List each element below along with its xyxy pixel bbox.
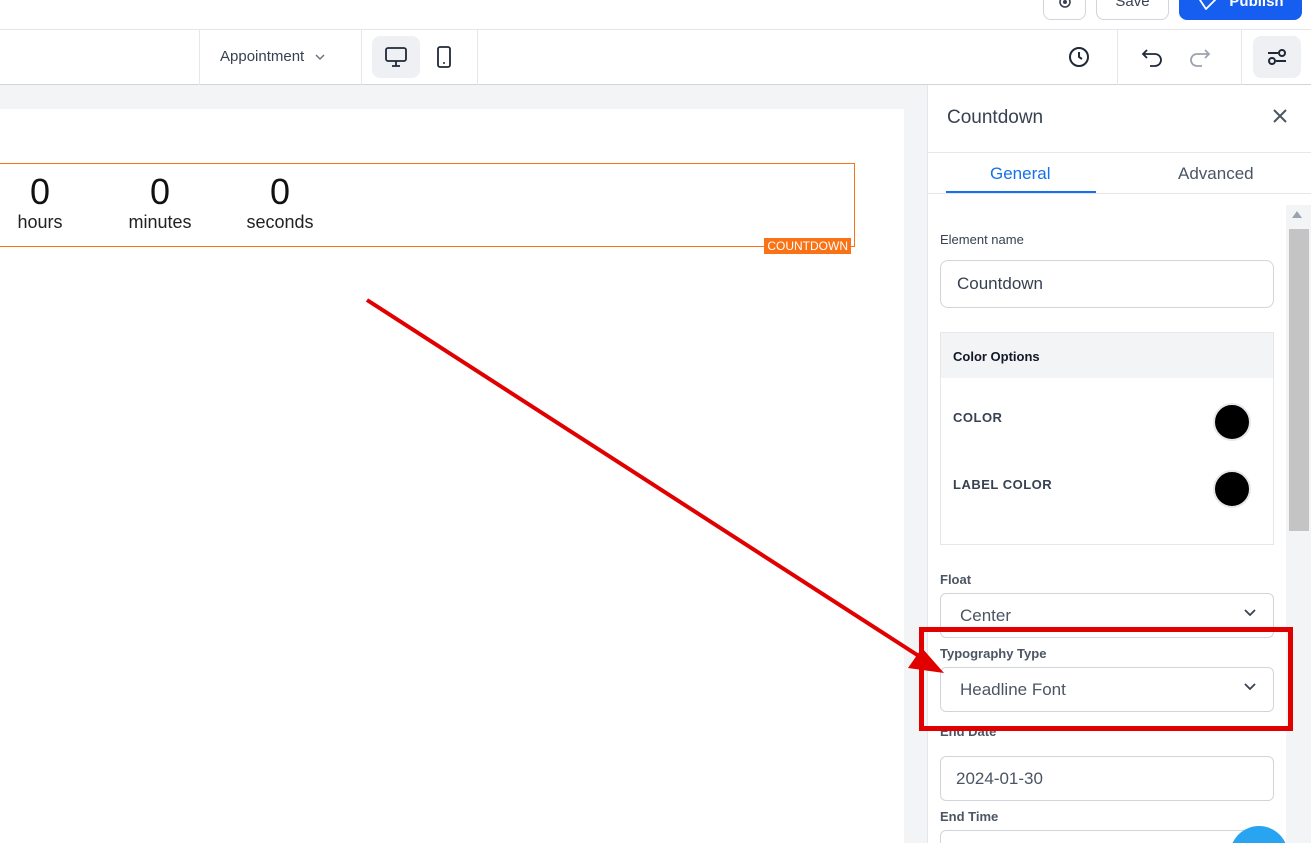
preview-button[interactable] [1043,0,1086,20]
settings-button[interactable] [1253,36,1301,78]
end-time-label: End Time [940,809,999,824]
element-name-input[interactable]: Countdown [940,260,1274,308]
publish-label: Publish [1229,0,1284,10]
countdown-label: hours [17,212,63,232]
countdown-label: seconds [246,212,314,232]
color-options-section: Color Options COLOR LABEL COLOR [940,332,1274,545]
chevron-down-icon [1244,609,1256,617]
end-time-input[interactable] [940,830,1274,843]
active-tab-indicator [946,191,1096,193]
toolbar-divider [361,30,362,85]
sliders-icon [1268,49,1286,65]
mobile-icon [437,46,451,68]
chevron-down-icon [315,53,325,60]
toolbar-divider [199,30,200,85]
countdown-unit-hours: 0 hours [0,172,90,233]
annotation-highlight-box [919,627,1293,731]
toolbar-divider [1241,30,1242,85]
redo-icon [1190,49,1211,67]
publish-button[interactable]: Publish [1179,0,1302,20]
scroll-up-arrow-icon[interactable] [1292,211,1302,218]
desktop-icon [385,47,407,67]
countdown-element[interactable]: 0 hours 0 minutes 0 seconds COUNTDOWN [0,163,855,254]
countdown-value: 0 [269,171,291,212]
send-icon [1199,0,1217,10]
editor-toolbar: Appointment [0,30,1311,85]
panel-title: Countdown [947,107,1044,128]
history-icon [1069,47,1089,67]
element-name-label: Element name [940,232,1024,247]
color-options-title: Color Options [941,333,1273,378]
redo-button[interactable] [1176,36,1224,78]
save-button[interactable]: Save [1096,0,1169,20]
history-button[interactable] [1055,36,1103,78]
page-canvas: 0 hours 0 minutes 0 seconds COUNTDOWN [0,109,904,843]
top-header: Save Publish [0,0,1311,30]
countdown-label: minutes [128,212,192,232]
panel-tabs: General Advanced [928,152,1311,194]
tab-advanced[interactable]: Advanced [1178,164,1254,184]
color-swatch[interactable] [1213,403,1251,441]
eye-icon [1058,0,1071,8]
end-date-input[interactable]: 2024-01-30 [940,756,1274,801]
element-name-value: Countdown [957,274,1044,293]
app-root: Save Publish Appointment 0 hours 0 minut… [0,0,1311,843]
close-icon [1273,109,1287,123]
tab-general[interactable]: General [990,164,1050,184]
countdown-unit-seconds: 0 seconds [230,172,330,233]
element-type-tag: COUNTDOWN [764,238,851,254]
page-select-label: Appointment [220,48,305,65]
color-label: COLOR [953,410,1003,425]
page-select-dropdown[interactable]: Appointment [220,48,326,65]
toolbar-divider [1117,30,1118,85]
float-value: Center [960,605,1012,625]
countdown-unit-minutes: 0 minutes [110,172,210,233]
close-panel-button[interactable] [1271,107,1289,130]
label-color-swatch[interactable] [1213,470,1251,508]
desktop-view-button[interactable] [372,36,420,78]
mobile-view-button[interactable] [420,36,468,78]
countdown-value: 0 [149,171,171,212]
save-label: Save [1115,0,1150,10]
float-label: Float [940,572,972,587]
undo-icon [1141,49,1162,67]
toolbar-divider [477,30,478,85]
label-color-label: LABEL COLOR [953,477,1053,492]
end-date-value: 2024-01-30 [956,768,1043,788]
help-chat-button[interactable] [1230,826,1288,843]
countdown-value: 0 [29,171,51,212]
panel-scrollbar-thumb[interactable] [1289,229,1309,531]
undo-button[interactable] [1128,36,1176,78]
